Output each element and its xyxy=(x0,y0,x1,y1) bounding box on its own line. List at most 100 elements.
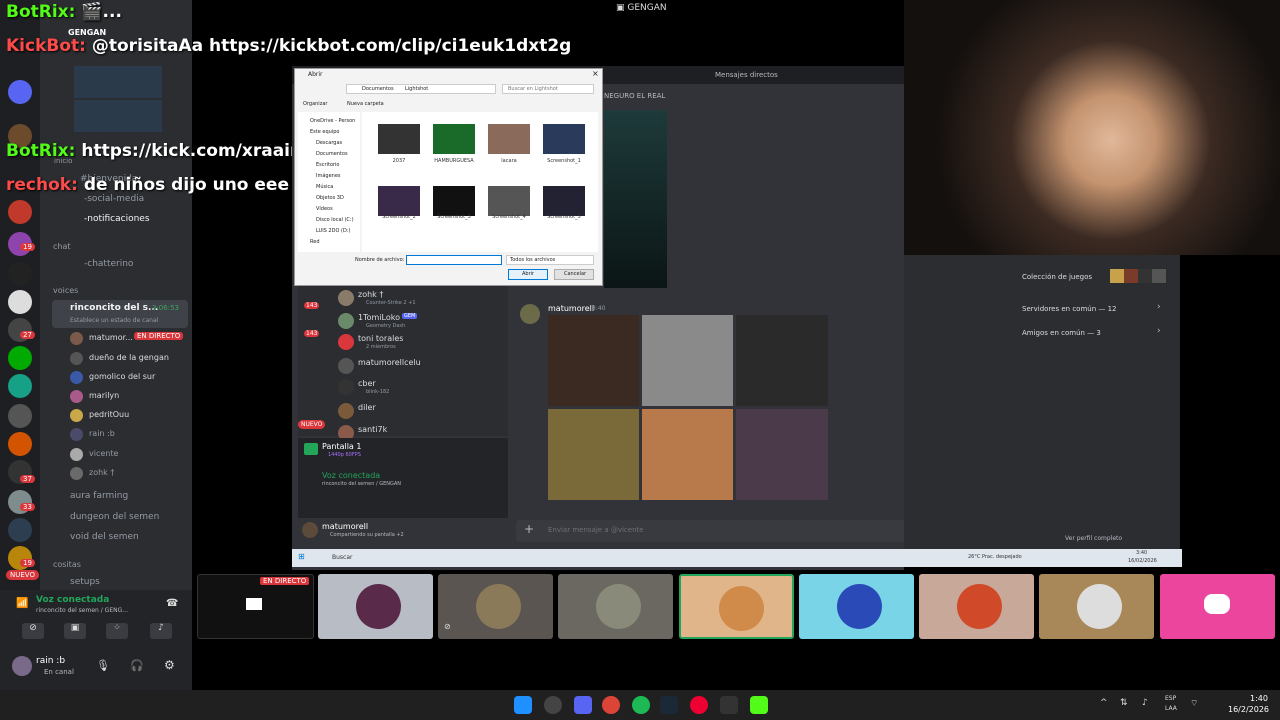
voice-connected-label[interactable]: Voz conectada xyxy=(36,595,109,605)
epic-icon[interactable] xyxy=(720,696,738,714)
volume-icon[interactable]: ♪ xyxy=(1142,698,1148,708)
server-icon[interactable] xyxy=(8,518,32,542)
games-collection[interactable]: Colección de juegos xyxy=(1022,273,1092,281)
taskbar-time[interactable]: 1:40 xyxy=(1250,694,1268,703)
message-author[interactable]: matumorell xyxy=(548,304,594,313)
spotify-icon[interactable] xyxy=(632,696,650,714)
file-thumbnail[interactable] xyxy=(488,124,530,154)
voice-user-avatar[interactable] xyxy=(70,448,83,461)
voice-connected-label[interactable]: Voz conectada xyxy=(322,471,380,480)
tree-item[interactable]: Disco local (C:) xyxy=(316,217,354,223)
headphones-icon[interactable]: 🎧 xyxy=(130,659,144,672)
member-avatar[interactable] xyxy=(338,358,354,374)
tray-chevron-icon[interactable]: ^ xyxy=(1100,698,1108,708)
server-icon[interactable] xyxy=(8,262,32,286)
participant-tile[interactable] xyxy=(438,574,553,639)
tree-item[interactable]: Vídeos xyxy=(316,206,333,212)
activities-icon[interactable]: ⁘ xyxy=(106,623,128,639)
camera-off-icon[interactable]: ⊘ xyxy=(22,623,44,639)
member-name[interactable]: matumorellcelu xyxy=(358,358,421,367)
common-servers[interactable]: Servidores en común — 12 xyxy=(1022,305,1117,313)
discord-taskbar-icon[interactable] xyxy=(574,696,592,714)
channel-dungeon[interactable]: dungeon del semen xyxy=(70,512,159,522)
member-avatar[interactable] xyxy=(338,334,354,350)
category-voices[interactable]: voices xyxy=(53,286,78,295)
voice-user-name[interactable]: dueño de la gengan xyxy=(89,353,169,362)
participant-tile[interactable] xyxy=(799,574,914,639)
participant-tile[interactable] xyxy=(558,574,673,639)
server-icon[interactable] xyxy=(8,200,32,224)
taskbar-app-icon[interactable] xyxy=(690,696,708,714)
tree-item[interactable]: Objetos 3D xyxy=(316,195,344,201)
organize-button[interactable]: Organizar xyxy=(303,101,327,107)
tree-item[interactable]: Imágenes xyxy=(316,173,341,179)
voice-user-name[interactable]: pedritOuu xyxy=(89,410,129,419)
message-input[interactable]: Enviar mensaje a @vicente xyxy=(548,526,644,534)
voice-user-avatar[interactable] xyxy=(70,332,83,345)
voice-user-name[interactable]: vicente xyxy=(89,449,118,458)
screen-share-label[interactable]: Pantalla 1 xyxy=(322,442,361,451)
participant-tile[interactable] xyxy=(318,574,433,639)
voice-user-name[interactable]: zohk † xyxy=(89,468,114,477)
participant-tile[interactable] xyxy=(679,574,794,639)
member-avatar[interactable] xyxy=(338,403,354,419)
voice-user-avatar[interactable] xyxy=(70,409,83,422)
new-folder-button[interactable]: Nueva carpeta xyxy=(347,101,384,107)
settings-icon[interactable]: ⚙ xyxy=(164,658,175,672)
kick-icon[interactable] xyxy=(750,696,768,714)
tree-item[interactable]: OneDrive - Person xyxy=(310,118,355,124)
server-icon[interactable] xyxy=(8,346,32,370)
message-avatar[interactable] xyxy=(520,304,540,324)
file-thumbnail[interactable] xyxy=(378,186,420,216)
participant-tile[interactable] xyxy=(1039,574,1154,639)
server-icon[interactable] xyxy=(8,374,32,398)
member-name[interactable]: santi7k xyxy=(358,425,387,434)
taskbar-app-icon[interactable] xyxy=(544,696,562,714)
gallery-photo[interactable] xyxy=(642,315,733,406)
member-avatar[interactable] xyxy=(338,313,354,329)
server-icon[interactable] xyxy=(8,80,32,104)
voice-user-avatar[interactable] xyxy=(70,390,83,403)
wifi-icon[interactable]: ⌔ xyxy=(1190,698,1198,709)
voice-user-avatar[interactable] xyxy=(70,428,83,441)
gallery-photo[interactable] xyxy=(642,409,733,500)
voice-user-name[interactable]: marilyn xyxy=(89,391,119,400)
channel-void[interactable]: void del semen xyxy=(70,532,139,542)
tree-item[interactable]: LUIS 2DO (D:) xyxy=(316,228,350,234)
voice-user-avatar[interactable] xyxy=(70,352,83,365)
voice-user-name[interactable]: gomolico del sur xyxy=(89,372,155,381)
member-name[interactable]: cber xyxy=(358,379,376,388)
gallery-photo[interactable] xyxy=(736,315,828,406)
tree-item[interactable]: Red xyxy=(310,239,320,245)
voice-user-avatar[interactable] xyxy=(70,371,83,384)
steam-icon[interactable] xyxy=(660,696,678,714)
screen-share-icon[interactable]: ▣ xyxy=(64,623,86,639)
server-icon[interactable] xyxy=(8,290,32,314)
file-thumbnail[interactable] xyxy=(433,186,475,216)
file-thumbnail[interactable] xyxy=(543,124,585,154)
language[interactable]: ESP xyxy=(1165,695,1176,702)
tree-item[interactable]: Este equipo xyxy=(310,129,339,135)
member-avatar[interactable] xyxy=(338,290,354,306)
channel-aura-farming[interactable]: aura farming xyxy=(70,491,128,501)
gallery-photo[interactable] xyxy=(548,315,639,406)
chrome-icon[interactable] xyxy=(602,696,620,714)
voice-user-name[interactable]: matumor... xyxy=(89,333,133,342)
user-avatar[interactable] xyxy=(12,656,32,676)
gallery-photo[interactable] xyxy=(736,409,828,500)
participant-tile[interactable] xyxy=(919,574,1034,639)
member-name[interactable]: 1TomiLoko xyxy=(358,313,400,322)
voice-user-name[interactable]: rain :b xyxy=(89,429,115,438)
channel-chatterino[interactable]: -chatterino xyxy=(84,259,133,269)
path-segment[interactable]: Documentos xyxy=(362,86,394,92)
tree-item[interactable]: Documentos xyxy=(316,151,348,157)
network-icon[interactable]: ⇅ xyxy=(1120,698,1128,708)
windows-start-icon[interactable] xyxy=(514,696,532,714)
member-name[interactable]: diler xyxy=(358,403,376,412)
channel-notificaciones[interactable]: -notificaciones xyxy=(84,214,150,224)
full-profile-link[interactable]: Ver perfil completo xyxy=(1065,535,1122,542)
category-chat[interactable]: chat xyxy=(53,242,71,251)
mic-icon[interactable]: 🎙 xyxy=(96,659,110,672)
file-thumbnail[interactable] xyxy=(543,186,585,216)
category-cositas[interactable]: cositas xyxy=(53,560,81,569)
